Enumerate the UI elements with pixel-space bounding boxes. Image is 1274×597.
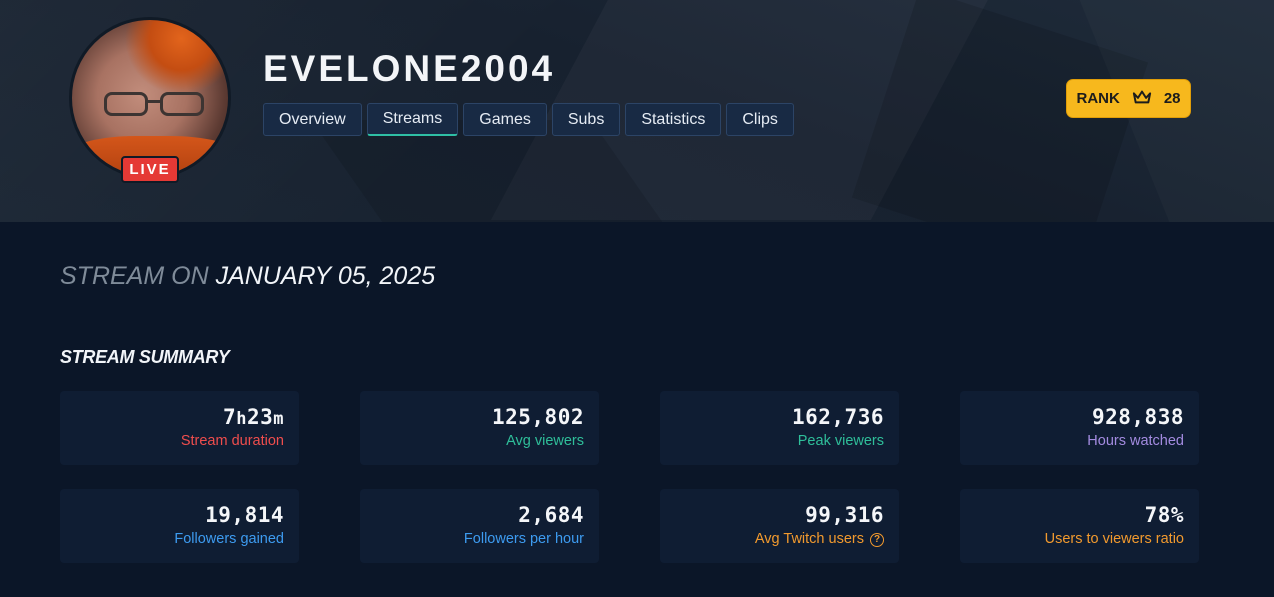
tab-subs[interactable]: Subs	[551, 103, 621, 136]
tab-streams[interactable]: Streams	[366, 103, 459, 136]
stat-value: 19,814	[205, 503, 284, 527]
channel-tabs: Overview Streams Games Subs Statistics C…	[263, 103, 794, 136]
stat-card-followers-gained: 19,814 Followers gained	[60, 489, 299, 563]
stat-value: 99,316	[805, 503, 884, 527]
stat-label: Peak viewers	[797, 433, 884, 449]
question-circle-icon[interactable]: ?	[870, 533, 884, 547]
crown-icon	[1131, 88, 1153, 110]
stat-value: 2,684	[518, 503, 584, 527]
stat-value: 78%	[1144, 503, 1184, 527]
tab-overview[interactable]: Overview	[263, 103, 362, 136]
stat-card-peak-viewers: 162,736 Peak viewers	[660, 391, 899, 465]
page-title: STREAM ON JANUARY 05, 2025	[60, 262, 435, 291]
stat-card-avg-twitch-users: 99,316 Avg Twitch users ?	[660, 489, 899, 563]
stat-label: Users to viewers ratio	[1044, 531, 1184, 547]
stat-card-stream-duration: 7h23m Stream duration	[60, 391, 299, 465]
stat-card-hours-watched: 928,838 Hours watched	[960, 391, 1199, 465]
avatar[interactable]	[69, 17, 231, 179]
page-title-prefix: STREAM ON	[60, 262, 209, 290]
stat-label: Followers gained	[174, 531, 284, 547]
rank-value: 28	[1163, 90, 1181, 107]
stat-card-users-to-viewers-ratio: 78% Users to viewers ratio	[960, 489, 1199, 563]
stat-label: Avg viewers	[506, 433, 584, 449]
stat-card-followers-per-hour: 2,684 Followers per hour	[360, 489, 599, 563]
stat-value: 162,736	[791, 405, 884, 429]
stream-summary-heading: STREAM SUMMARY	[60, 347, 230, 367]
tab-clips[interactable]: Clips	[726, 103, 794, 136]
rank-label: RANK	[1076, 90, 1120, 107]
page-title-date: JANUARY 05, 2025	[215, 262, 436, 290]
channel-avatar-wrap[interactable]: LIVE	[69, 17, 231, 183]
stat-label: Avg Twitch users	[754, 531, 864, 547]
stat-card-avg-viewers: 125,802 Avg viewers	[360, 391, 599, 465]
stat-value: 7h23m	[223, 405, 284, 429]
stat-label: Stream duration	[180, 433, 284, 449]
tab-statistics[interactable]: Statistics	[625, 103, 722, 136]
rank-badge[interactable]: RANK 28	[1066, 79, 1191, 118]
channel-name: EVELONE2004	[263, 48, 556, 89]
channel-header: LIVE EVELONE2004 Overview Streams Games …	[0, 0, 1274, 222]
tab-games[interactable]: Games	[463, 103, 547, 136]
avatar-glasses	[102, 92, 212, 118]
stat-label: Hours watched	[1087, 433, 1184, 449]
stat-value: 125,802	[491, 405, 584, 429]
stat-label: Followers per hour	[463, 531, 584, 547]
live-badge: LIVE	[121, 156, 179, 183]
stat-label-wrap: Avg Twitch users ?	[660, 531, 884, 547]
stat-value: 928,838	[1091, 405, 1184, 429]
